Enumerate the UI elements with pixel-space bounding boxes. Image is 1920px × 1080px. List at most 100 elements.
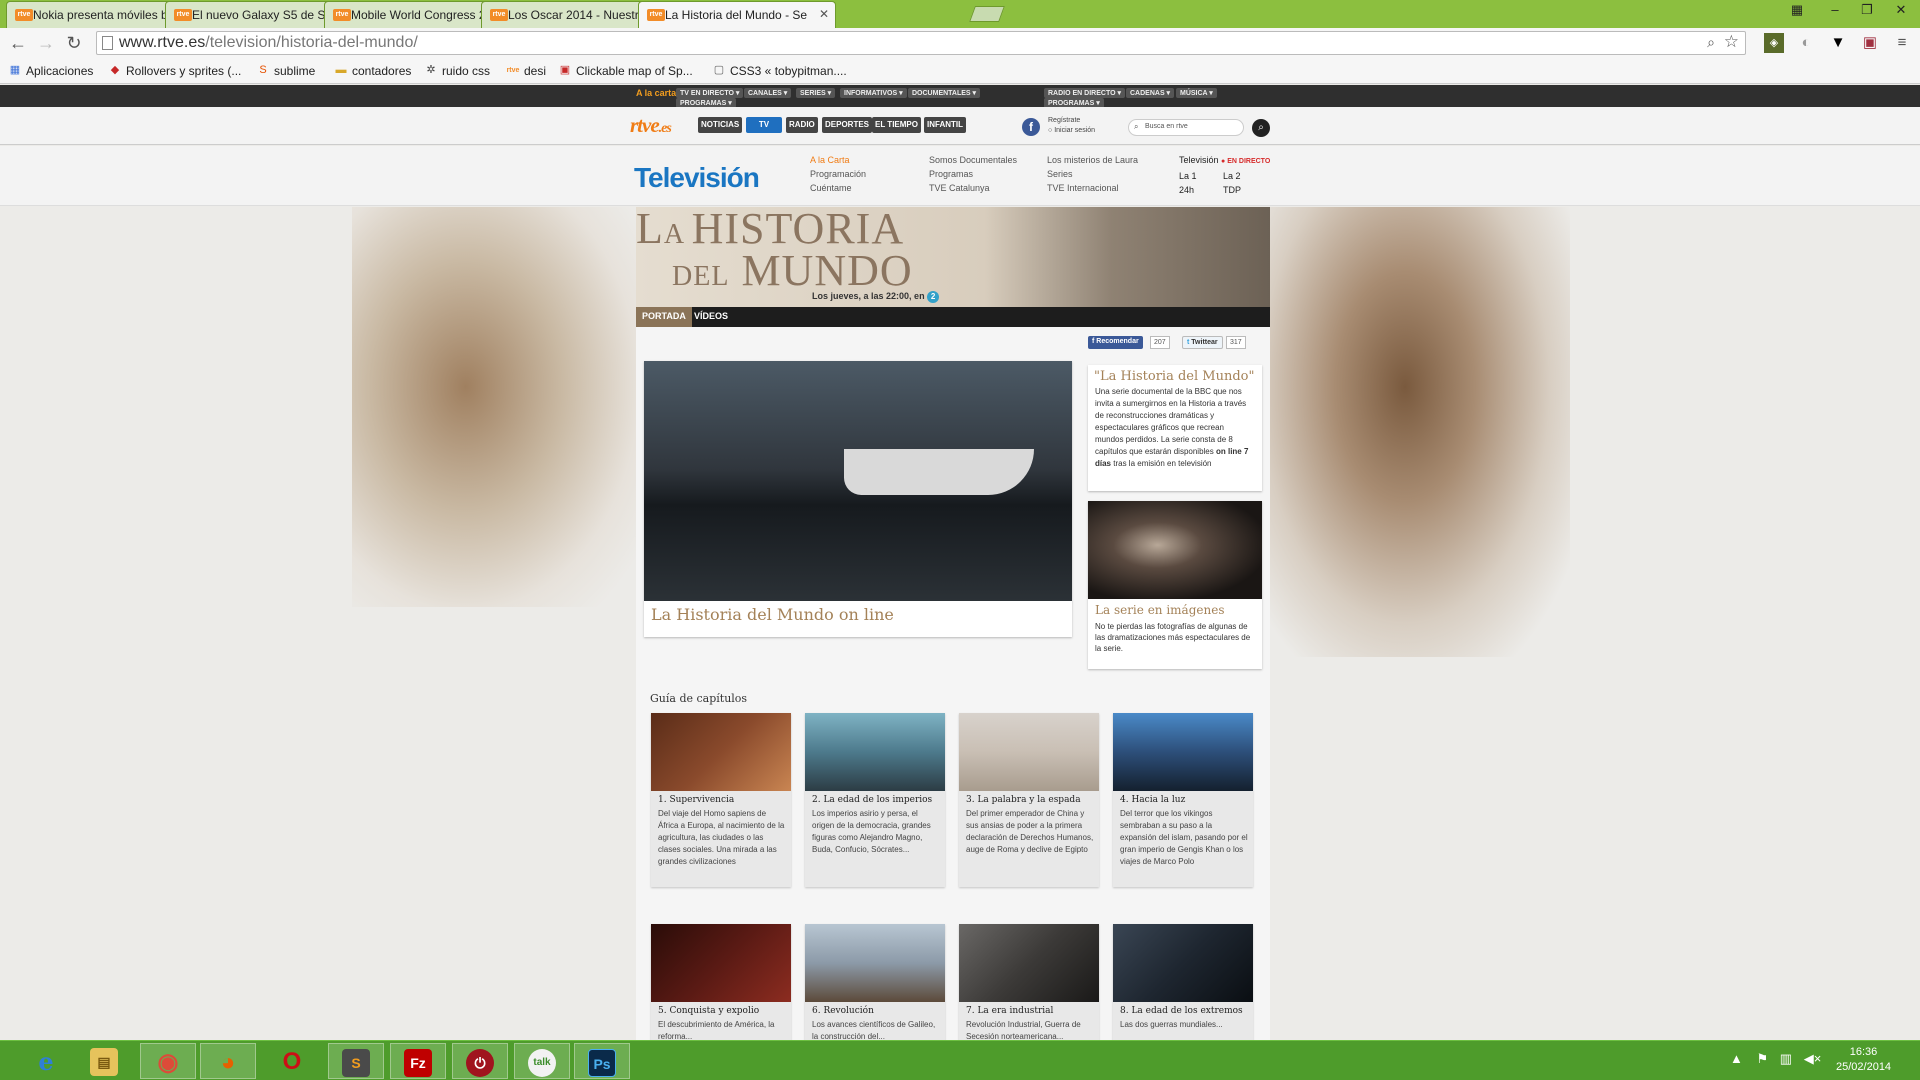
tab-portada[interactable]: PORTADA <box>636 307 692 327</box>
user-profile-icon[interactable]: ▦ <box>1780 0 1814 20</box>
search-icon[interactable]: ⌕ <box>1707 34 1715 51</box>
top-link[interactable]: RADIO EN DIRECTO ▾ <box>1044 88 1126 98</box>
bookmark-item[interactable]: ▣ Clickable map of Sp... <box>558 64 693 78</box>
episode-card[interactable]: 7. La era industrial Revolución Industri… <box>959 924 1099 1041</box>
new-tab-button[interactable] <box>969 6 1005 22</box>
subnav-link[interactable]: TVE Internacional <box>1047 181 1138 195</box>
facebook-recommend-button[interactable]: f Recomendar <box>1088 336 1143 349</box>
address-bar[interactable]: www.rtve.es/television/historia-del-mund… <box>96 31 1746 55</box>
top-link[interactable]: MÚSICA ▾ <box>1176 88 1217 98</box>
subnav-link[interactable]: Programación <box>810 167 866 181</box>
nav-noticias[interactable]: NOTICIAS <box>698 117 743 133</box>
subnav-link[interactable]: Cuéntame <box>810 181 866 195</box>
site-search-input[interactable]: ⌕ Busca en rtve <box>1128 119 1244 136</box>
nav-el-tiempo[interactable]: EL TIEMPO <box>872 117 921 133</box>
channel-link[interactable]: La 2 <box>1223 171 1241 181</box>
chrome-icon[interactable]: ◉ <box>140 1043 196 1079</box>
episode-card[interactable]: 4. Hacia la luz Del terror que los vikin… <box>1113 713 1253 887</box>
subnav-link[interactable]: TVE Catalunya <box>929 181 1017 195</box>
gallery-title[interactable]: La serie en imágenes <box>1095 603 1224 617</box>
close-window-icon[interactable]: ✕ <box>1884 0 1918 20</box>
photoshop-icon[interactable]: Ps <box>574 1043 630 1079</box>
episode-thumbnail[interactable] <box>651 924 791 1002</box>
restore-icon[interactable]: ❐ <box>1850 0 1884 20</box>
bookmark-item[interactable]: ✲ ruido css <box>424 64 490 78</box>
episode-card[interactable]: 5. Conquista y expolio El descubrimiento… <box>651 924 791 1041</box>
extension-icon[interactable]: ▼ <box>1828 33 1848 53</box>
bookmark-item[interactable]: ◆ Rollovers y sprites (... <box>108 64 242 78</box>
episode-card[interactable]: 8. La edad de los extremos Las dos guerr… <box>1113 924 1253 1041</box>
hero-card[interactable]: La Historia del Mundo on line <box>644 361 1072 637</box>
hero-title[interactable]: La Historia del Mundo on line <box>651 605 894 624</box>
nav-infantil[interactable]: INFANTIL <box>924 117 966 133</box>
nav-deportes[interactable]: DEPORTES <box>822 117 873 133</box>
network-icon[interactable]: ▥ <box>1780 1051 1792 1066</box>
episode-title[interactable]: 3. La palabra y la espada <box>966 795 1081 805</box>
episode-thumbnail[interactable] <box>651 713 791 791</box>
volume-icon[interactable]: ◀× <box>1804 1051 1822 1066</box>
talk-icon[interactable]: talk <box>514 1043 570 1079</box>
channel-link[interactable]: TDP <box>1223 185 1241 195</box>
rtve-logo[interactable]: rtve.es <box>630 113 672 138</box>
episode-title[interactable]: 1. Supervivencia <box>658 795 734 805</box>
top-link[interactable]: A la carta <box>632 87 680 99</box>
tab-videos[interactable]: VÍDEOS <box>688 307 734 327</box>
episode-card[interactable]: 3. La palabra y la espada Del primer emp… <box>959 713 1099 887</box>
subnav-link[interactable]: A la Carta <box>810 153 866 167</box>
section-title[interactable]: Televisión <box>634 162 760 194</box>
episode-card[interactable]: 1. Supervivencia Del viaje del Homo sapi… <box>651 713 791 887</box>
sublime-icon[interactable]: S <box>328 1043 384 1079</box>
bookmark-item[interactable]: Ssublime <box>256 64 315 78</box>
search-button[interactable]: ⌕ <box>1252 119 1270 137</box>
episode-title[interactable]: 2. La edad de los imperios <box>812 795 932 805</box>
bookmark-item[interactable]: ▢ CSS3 « tobypitman.... <box>712 64 847 78</box>
internet-explorer-icon[interactable]: e <box>18 1043 74 1079</box>
episode-thumbnail[interactable] <box>805 924 945 1002</box>
bookmark-item[interactable]: ▬ contadores <box>334 64 412 78</box>
episode-thumbnail[interactable] <box>1113 924 1253 1002</box>
episode-thumbnail[interactable] <box>959 924 1099 1002</box>
login-link[interactable]: ○ Iniciar sesión <box>1048 126 1095 136</box>
menu-icon[interactable]: ≡ <box>1892 33 1912 53</box>
subnav-link[interactable]: Programas <box>929 167 1017 181</box>
power-icon[interactable]: ⏻ <box>452 1043 508 1079</box>
top-link[interactable]: SERIES ▾ <box>796 88 836 98</box>
subnav-link[interactable]: Los misterios de Laura <box>1047 153 1138 167</box>
top-link[interactable]: DOCUMENTALES ▾ <box>908 88 981 98</box>
gallery-card[interactable]: La serie en imágenes No te pierdas las f… <box>1088 501 1262 669</box>
opera-icon[interactable]: O <box>264 1043 320 1079</box>
episode-title[interactable]: 7. La era industrial <box>966 1006 1053 1016</box>
bookmark-item[interactable]: rtve desi <box>506 64 546 78</box>
back-arrow-icon[interactable]: ← <box>6 32 30 54</box>
file-explorer-icon[interactable]: ▤ <box>76 1043 132 1079</box>
episode-title[interactable]: 5. Conquista y expolio <box>658 1006 759 1016</box>
reload-icon[interactable]: ↻ <box>62 32 86 54</box>
episode-thumbnail[interactable] <box>805 713 945 791</box>
extension-icon[interactable]: ◈ <box>1764 33 1784 53</box>
top-link[interactable]: TV EN DIRECTO ▾ <box>676 88 744 98</box>
top-link[interactable]: INFORMATIVOS ▾ <box>840 88 907 98</box>
bookmark-item[interactable]: ▦ Aplicaciones <box>8 64 94 78</box>
episode-card[interactable]: 6. Revolución Los avances científicos de… <box>805 924 945 1041</box>
subnav-link[interactable]: Somos Documentales <box>929 153 1017 167</box>
register-link[interactable]: Regístrate <box>1048 116 1095 126</box>
bookmark-star-icon[interactable]: ☆ <box>1724 32 1739 52</box>
facebook-icon[interactable]: f <box>1022 118 1040 136</box>
close-tab-icon[interactable]: ✕ <box>819 7 829 21</box>
flag-icon[interactable]: ⚑ <box>1757 1051 1769 1066</box>
forward-arrow-icon[interactable]: → <box>34 32 58 54</box>
channel-link[interactable]: 24h <box>1179 183 1223 197</box>
episode-title[interactable]: 8. La edad de los extremos <box>1120 1006 1243 1016</box>
top-link[interactable]: CADENAS ▾ <box>1126 88 1175 98</box>
episode-title[interactable]: 4. Hacia la luz <box>1120 795 1185 805</box>
nav-tv[interactable]: TV <box>746 117 782 133</box>
minimize-icon[interactable]: – <box>1818 0 1852 20</box>
nav-radio[interactable]: RADIO <box>786 117 818 133</box>
tweet-button[interactable]: t Twittear <box>1182 336 1223 349</box>
extension-icon[interactable]: ◐ <box>1796 33 1816 53</box>
filezilla-icon[interactable]: Fz <box>390 1043 446 1079</box>
episode-thumbnail[interactable] <box>959 713 1099 791</box>
hero-image[interactable] <box>644 361 1072 601</box>
system-clock[interactable]: 16:36 25/02/2014 <box>1836 1045 1891 1075</box>
top-link[interactable]: CANALES ▾ <box>744 88 792 98</box>
